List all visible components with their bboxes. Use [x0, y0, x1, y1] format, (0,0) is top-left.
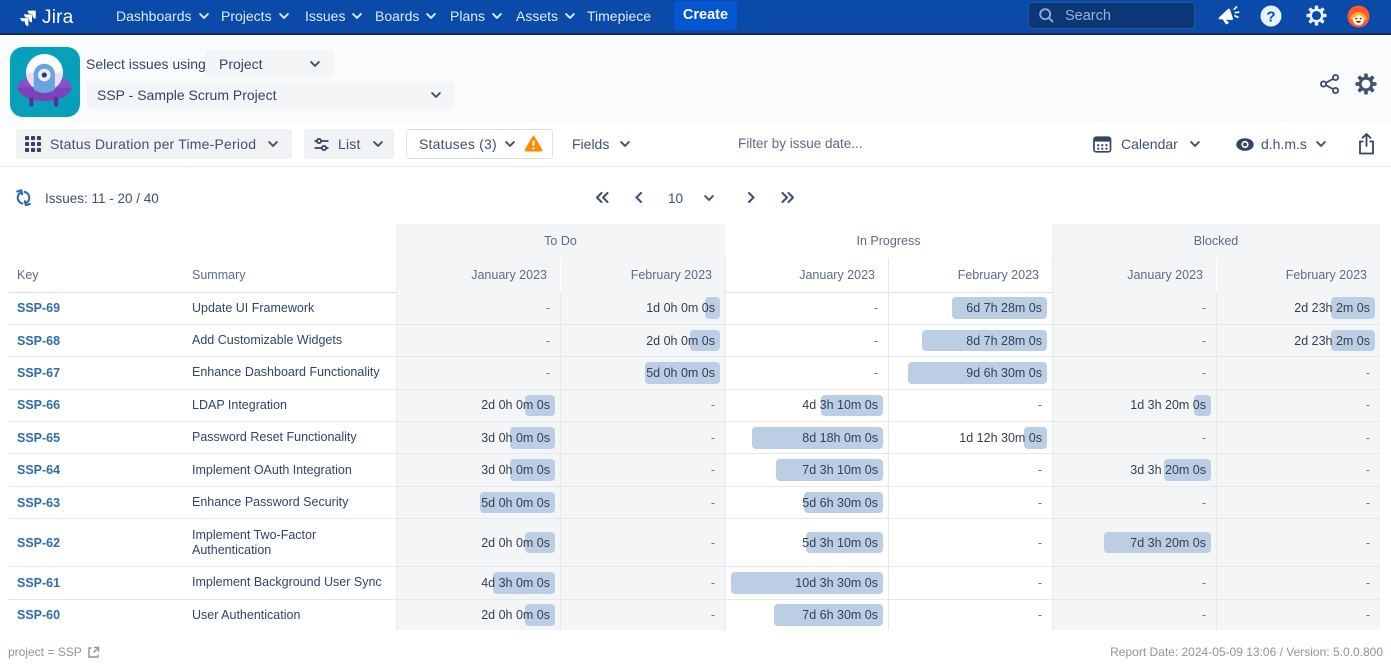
svg-text:?: ?: [1266, 8, 1275, 25]
